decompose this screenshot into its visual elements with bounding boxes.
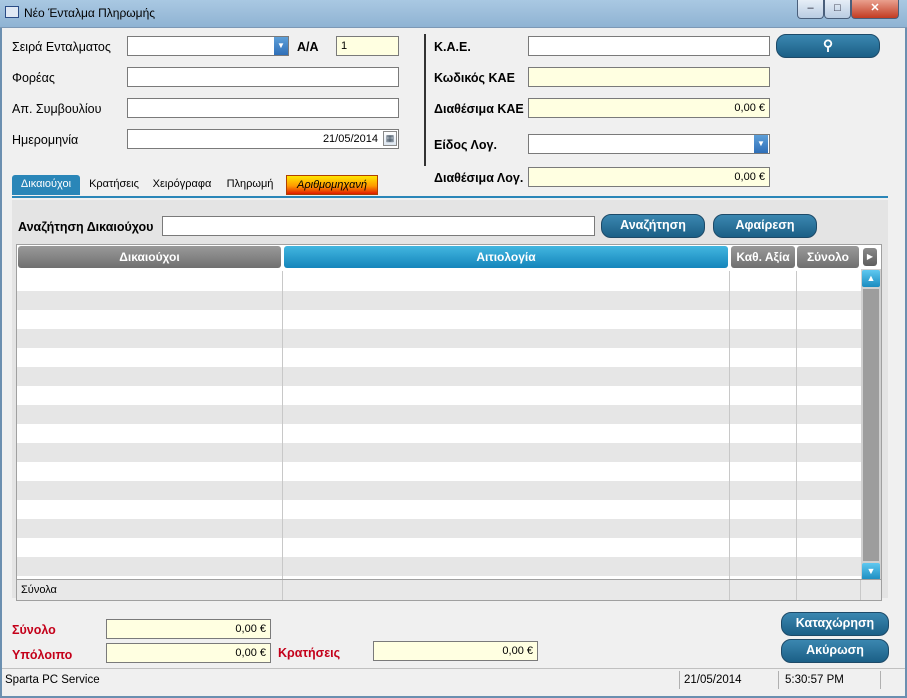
ypoloipo-field: 0,00 € [106,643,271,663]
tab-pliromi[interactable]: Πληρωμή [220,175,280,195]
table-row[interactable] [17,500,861,519]
maximize-button[interactable]: □ [824,0,851,19]
scroll-down-icon[interactable]: ▼ [862,563,880,579]
scrollbar-thumb[interactable] [863,289,879,561]
title-bar: Νέο Ένταλμα Πληρωμής – □ ✕ [0,0,907,28]
table-row[interactable] [17,424,861,443]
window-title: Νέο Ένταλμα Πληρωμής [24,6,156,20]
scroll-right-icon[interactable]: ▶ [863,248,877,266]
status-separator [778,671,779,689]
table-row[interactable] [17,329,861,348]
status-separator [880,671,881,689]
kae-field[interactable] [528,36,770,56]
synolo-label: Σύνολο [12,623,56,637]
close-button[interactable]: ✕ [851,0,899,19]
search-button[interactable]: Αναζήτηση [601,214,705,238]
seira-dropdown[interactable] [127,36,289,56]
table-row[interactable] [17,557,861,576]
column-divider [796,580,797,600]
kae-search-button[interactable]: ⚲ [776,34,880,58]
table-row[interactable] [17,310,861,329]
tab-xeirografa[interactable]: Χειρόγραφα [148,175,216,195]
remove-button[interactable]: Αφαίρεση [713,214,817,238]
table-row[interactable] [17,405,861,424]
column-header-synolo[interactable]: Σύνολο [797,246,859,268]
tab-kratiseis[interactable]: Κρατήσεις [84,175,144,195]
table-row[interactable] [17,272,861,291]
save-button[interactable]: Καταχώρηση [781,612,889,636]
table-row[interactable] [17,538,861,557]
aa-field[interactable]: 1 [336,36,399,56]
chevron-down-icon[interactable]: ▼ [754,135,768,153]
status-time: 5:30:57 PM [785,674,844,686]
ap-symvouliou-label: Απ. Συμβουλίου [12,102,102,116]
ap-symvouliou-field[interactable] [127,98,399,118]
status-bar: Sparta PC Service 21/05/2014 5:30:57 PM [2,668,905,690]
eidos-log-dropdown[interactable] [528,134,770,154]
tab-dikaiouxoi[interactable]: Δικαιούχοι [12,175,80,195]
cancel-button[interactable]: Ακύρωση [781,639,889,663]
column-divider [729,271,730,579]
dikaiouxoi-grid: Δικαιούχοι Αιτιολογία Καθ. Αξία Σύνολο ▶… [16,244,882,580]
table-row[interactable] [17,291,861,310]
column-divider [282,271,283,579]
column-divider [729,580,730,600]
foreas-label: Φορέας [12,71,55,85]
tab-underline [12,196,888,198]
magnifier-icon: ⚲ [822,37,834,53]
grid-footer-row: Σύνολα [16,580,882,601]
table-row[interactable] [17,348,861,367]
calendar-icon[interactable]: ▦ [383,131,397,146]
search-label: Αναζήτηση Δικαιούχου [18,220,154,234]
tab-arithmomixani[interactable]: Αριθμομηχανή [286,175,378,195]
app-icon [5,6,19,18]
imerominia-label: Ημερομηνία [12,133,79,147]
table-row[interactable] [17,386,861,405]
scroll-up-icon[interactable]: ▲ [862,270,880,287]
table-row[interactable] [17,519,861,538]
ypoloipo-label: Υπόλοιπο [12,648,73,662]
status-company: Sparta PC Service [5,674,100,686]
kratiseis-field: 0,00 € [373,641,538,661]
table-row[interactable] [17,481,861,500]
status-date: 21/05/2014 [684,674,742,686]
synolo-field: 0,00 € [106,619,271,639]
eidos-log-label: Είδος Λογ. [434,138,497,152]
column-divider [796,271,797,579]
diathesima-kae-field: 0,00 € [528,98,770,118]
kae-label: Κ.Α.Ε. [434,40,471,54]
kratiseis-label: Κρατήσεις [278,646,341,660]
column-header-aitiologia[interactable]: Αιτιολογία [284,246,728,268]
search-input[interactable] [162,216,595,236]
grid-footer-label: Σύνολα [21,584,57,596]
section-divider [424,34,426,166]
kodikos-kae-field[interactable] [528,67,770,87]
kodikos-kae-label: Κωδικός ΚΑΕ [434,71,515,85]
diathesima-log-label: Διαθέσιμα Λογ. [434,171,524,185]
status-separator [679,671,680,689]
seira-label: Σειρά Ενταλματος [12,40,111,54]
column-divider [860,580,861,600]
table-row[interactable] [17,443,861,462]
diathesima-kae-label: Διαθέσιμα ΚΑΕ [434,102,524,116]
table-row[interactable] [17,462,861,481]
foreas-field[interactable] [127,67,399,87]
minimize-button[interactable]: – [797,0,824,19]
table-row[interactable] [17,367,861,386]
aa-label: Α/Α [297,40,319,54]
column-header-kath-axia[interactable]: Καθ. Αξία [731,246,795,268]
window-client-area: Σειρά Ενταλματος ▼ Α/Α 1 Φορέας Απ. Συμβ… [2,28,905,696]
imerominia-field[interactable]: 21/05/2014 [127,129,399,149]
column-header-dikaiouxoi[interactable]: Δικαιούχοι [18,246,281,268]
column-divider [282,580,283,600]
chevron-down-icon[interactable]: ▼ [274,37,288,55]
diathesima-log-field: 0,00 € [528,167,770,187]
